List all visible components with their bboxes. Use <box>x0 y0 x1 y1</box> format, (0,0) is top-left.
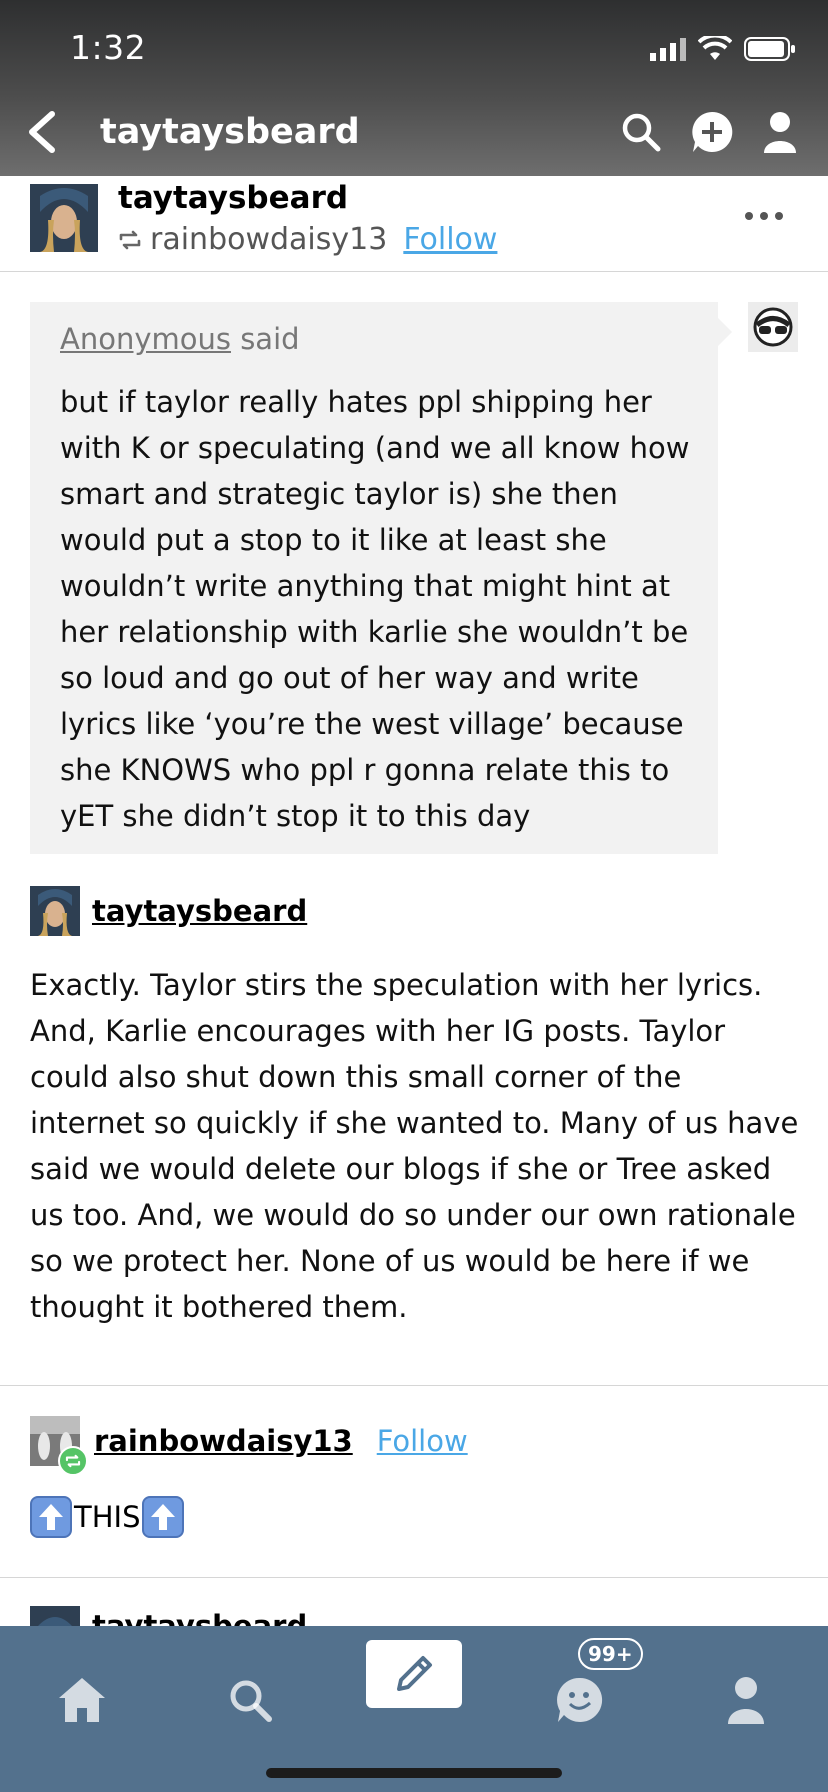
reblog-source: rainbowdaisy13 Follow <box>118 222 497 257</box>
activity-smiley-icon <box>557 1677 603 1722</box>
tab-activity[interactable] <box>550 1670 610 1730</box>
battery-icon <box>744 37 795 61</box>
profile-icon[interactable] <box>762 111 798 153</box>
header-actions <box>620 108 798 156</box>
signal-icon <box>650 38 686 61</box>
more-options-icon[interactable] <box>744 206 784 226</box>
follow-button[interactable]: Follow <box>403 222 497 257</box>
account-icon <box>728 1677 764 1724</box>
reblog-badge-icon <box>58 1446 88 1476</box>
blog-title: taytaysbeard <box>100 112 360 152</box>
said-label: said <box>240 322 300 356</box>
post-header: taytaysbeard rainbowdaisy13 Follow <box>0 176 828 272</box>
reblog-icon <box>119 230 141 249</box>
answer-text: Exactly. Taylor stirs the speculation wi… <box>30 968 799 1324</box>
asker-line: Anonymous said <box>60 322 300 356</box>
reblog-source-name[interactable]: rainbowdaisy13 <box>150 222 387 257</box>
reblog-author: rainbowdaisy13 Follow <box>30 1416 468 1476</box>
pencil-icon <box>397 1656 432 1691</box>
home-icon <box>59 1678 105 1722</box>
ask-text: but if taylor really hates ppl shipping … <box>60 385 690 833</box>
wifi-icon <box>698 36 732 60</box>
compose-button[interactable] <box>366 1640 462 1708</box>
up-arrow-emoji-icon <box>30 1496 72 1538</box>
ask-bubble: Anonymous said but if taylor really hate… <box>30 302 732 854</box>
next-reblog-author[interactable]: taytaysbeard <box>92 1606 307 1626</box>
home-indicator <box>266 1768 562 1778</box>
divider <box>0 1385 828 1386</box>
tab-home[interactable] <box>52 1670 112 1730</box>
next-reblog-avatar[interactable] <box>30 1606 80 1626</box>
reblog-follow-button[interactable]: Follow <box>377 1424 468 1458</box>
tab-search[interactable] <box>220 1670 280 1730</box>
reblog-comment: THIS <box>30 1496 185 1538</box>
anonymous-avatar-icon <box>748 302 798 352</box>
reblog-author-name[interactable]: rainbowdaisy13 <box>94 1424 353 1458</box>
divider <box>0 1577 828 1578</box>
activity-count-badge: 99+ <box>578 1638 643 1670</box>
answer-author: taytaysbeard <box>30 886 307 936</box>
up-arrow-emoji-icon <box>142 1496 185 1538</box>
blog-avatar[interactable] <box>30 184 98 252</box>
header: 1:32 taytaysbeard <box>0 0 828 176</box>
post-author[interactable]: taytaysbeard <box>118 180 348 216</box>
status-icons <box>650 32 796 66</box>
asker-name[interactable]: Anonymous <box>60 322 231 356</box>
reblog-avatar-wrap[interactable] <box>30 1416 88 1476</box>
answer-avatar[interactable] <box>30 886 80 936</box>
status-time: 1:32 <box>70 28 147 67</box>
back-chevron-icon[interactable] <box>22 108 66 156</box>
answer-author-name[interactable]: taytaysbeard <box>92 894 307 928</box>
tab-account[interactable] <box>716 1670 776 1730</box>
ask-plus-icon[interactable] <box>690 110 734 154</box>
search-icon[interactable] <box>620 111 662 153</box>
search-icon <box>230 1680 272 1722</box>
reblog-comment-text: THIS <box>74 1500 141 1534</box>
